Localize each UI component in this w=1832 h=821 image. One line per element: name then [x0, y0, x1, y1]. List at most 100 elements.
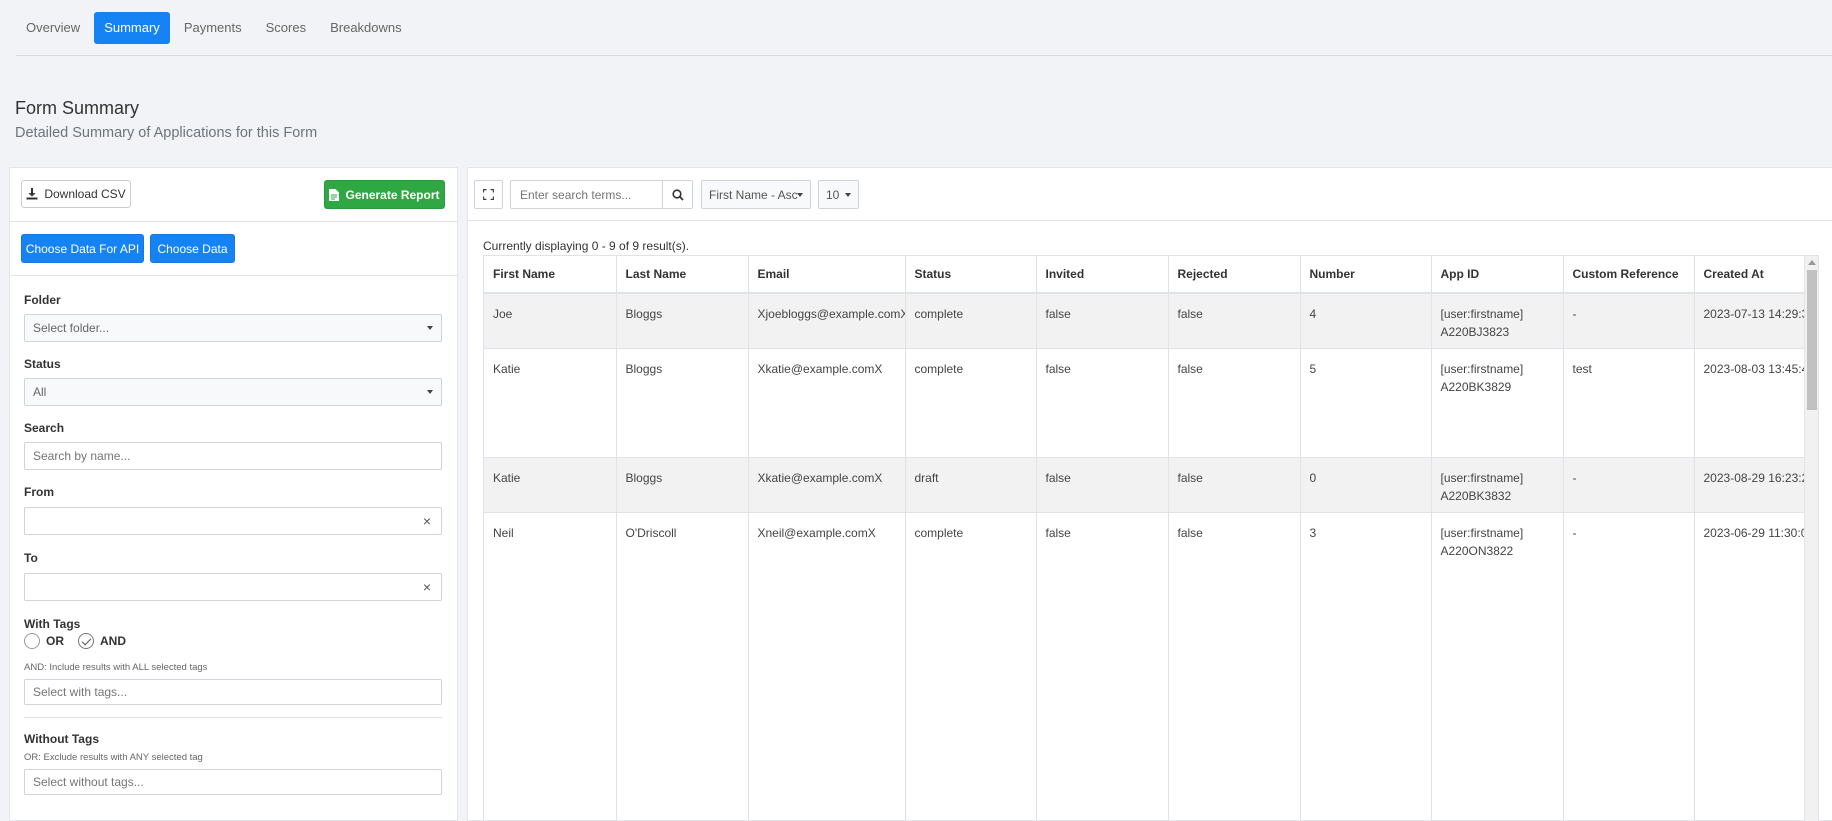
cell-last-name: Bloggs [616, 348, 749, 458]
app-id-line-1: [user:firstname] [1440, 307, 1524, 321]
cell-last-name: Bloggs [616, 457, 749, 513]
app-id-line-2: A220ON3822 [1440, 543, 1514, 558]
choose-data-button[interactable]: Choose Data [150, 234, 235, 263]
tab-scores[interactable]: Scores [256, 12, 316, 44]
results-table: First Name Last Name Email Status Invite… [483, 255, 1819, 821]
choose-data-api-button[interactable]: Choose Data For API [21, 234, 144, 263]
chevron-down-icon [427, 326, 433, 330]
fullscreen-button[interactable] [474, 180, 503, 209]
from-label: From [24, 485, 54, 499]
tab-payments[interactable]: Payments [174, 12, 252, 44]
display-count: Currently displaying 0 - 9 of 9 result(s… [483, 239, 690, 253]
cell-rejected: false [1168, 293, 1301, 349]
download-csv-button[interactable]: Download CSV [21, 180, 131, 208]
column-header[interactable]: Last Name [616, 256, 749, 294]
folder-label: Folder [24, 293, 61, 307]
and-radio-label: AND [100, 634, 126, 648]
search-label: Search [24, 421, 65, 435]
table-row[interactable]: Neil O'Driscoll Xneil@example.comX compl… [484, 512, 1805, 821]
table-scrollbar[interactable] [1804, 256, 1818, 821]
clear-icon[interactable]: × [423, 574, 431, 600]
chevron-down-icon [797, 193, 803, 197]
cell-status: complete [905, 348, 1037, 458]
table-row[interactable]: Katie Bloggs Xkatie@example.comX complet… [484, 348, 1805, 458]
table-row[interactable]: Joe Bloggs Xjoebloggs@example.comX compl… [484, 293, 1805, 349]
with-tags-label: With Tags [24, 617, 81, 631]
results-search-input[interactable] [510, 180, 663, 209]
app-id-line-2: A220BJ3823 [1440, 325, 1510, 339]
cell-custom-reference: - [1563, 457, 1695, 513]
column-header[interactable]: Custom Reference [1563, 256, 1695, 294]
cell-status: draft [905, 457, 1037, 513]
search-button[interactable] [662, 180, 693, 209]
tab-overview[interactable]: Overview [16, 12, 90, 44]
cell-first-name: Joe [484, 293, 617, 349]
file-icon [329, 188, 340, 201]
download-icon [26, 188, 38, 200]
search-icon [671, 188, 684, 201]
column-header[interactable]: First Name [484, 256, 617, 294]
sort-select-value: First Name - Asc [709, 187, 798, 202]
table-header-row: First Name Last Name Email Status Invite… [484, 256, 1805, 294]
scrollbar-thumb[interactable] [1807, 270, 1817, 410]
status-select[interactable]: All [24, 378, 442, 406]
or-radio-label: OR [46, 634, 64, 648]
download-csv-label: Download CSV [44, 187, 126, 201]
without-tags-input[interactable] [24, 769, 442, 795]
column-header[interactable]: Rejected [1168, 256, 1301, 294]
status-label: Status [24, 357, 61, 371]
generate-report-label: Generate Report [345, 187, 440, 202]
clear-icon[interactable]: × [423, 508, 431, 534]
filter-panel: Download CSV Generate Report Choose Data… [9, 167, 458, 821]
app-id-line-2: A220BK3829 [1440, 379, 1512, 394]
column-header[interactable]: App ID [1431, 256, 1564, 294]
cell-status: complete [905, 293, 1037, 349]
cell-rejected: false [1168, 348, 1301, 458]
app-id-line-2: A220BK3832 [1440, 488, 1512, 503]
cell-invited: false [1036, 457, 1169, 513]
or-radio[interactable] [24, 633, 40, 649]
cell-custom-reference: - [1563, 293, 1695, 349]
cell-custom-reference: - [1563, 512, 1695, 821]
column-header[interactable]: Number [1300, 256, 1432, 294]
app-id-line-1: [user:firstname] [1440, 525, 1524, 540]
cell-first-name: Katie [484, 457, 617, 513]
and-radio[interactable] [78, 633, 94, 649]
app-id-line-1: [user:firstname] [1440, 470, 1524, 485]
table-row[interactable]: Katie Bloggs Xkatie@example.comX draft f… [484, 457, 1805, 513]
sort-select[interactable]: First Name - Asc [701, 180, 811, 209]
tab-bar: Overview Summary Payments Scores Breakdo… [16, 12, 1832, 56]
folder-select-placeholder: Select folder... [33, 321, 110, 335]
app-id-line-1: [user:firstname] [1440, 361, 1524, 376]
expand-icon [483, 189, 494, 200]
page-size-select[interactable]: 10 [818, 180, 859, 209]
cell-rejected: false [1168, 512, 1301, 821]
cell-invited: false [1036, 348, 1169, 458]
cell-number: 0 [1300, 457, 1432, 513]
search-input[interactable] [24, 442, 442, 470]
results-toolbar: First Name - Asc 10 [468, 168, 1832, 221]
to-date-field[interactable]: × [24, 573, 442, 601]
tab-summary[interactable]: Summary [94, 12, 170, 44]
cell-email: Xneil@example.comX [748, 512, 906, 821]
cell-email: Xkatie@example.comX [748, 457, 906, 513]
results-panel: First Name - Asc 10 Currently displaying… [467, 167, 1832, 821]
cell-created-at: 2023-06-29 11:30:02 [1694, 512, 1805, 821]
column-header[interactable]: Created At [1694, 256, 1805, 294]
cell-last-name: Bloggs [616, 293, 749, 349]
generate-report-button[interactable]: Generate Report [324, 180, 445, 209]
cell-first-name: Neil [484, 512, 617, 821]
with-tags-input[interactable] [24, 679, 442, 705]
column-header[interactable]: Status [905, 256, 1037, 294]
cell-last-name: O'Driscoll [616, 512, 749, 821]
from-date-field[interactable]: × [24, 507, 442, 535]
scroll-up-icon[interactable] [1808, 260, 1816, 265]
cell-number: 5 [1300, 348, 1432, 458]
page-subtitle: Detailed Summary of Applications for thi… [15, 125, 318, 141]
without-tags-label: Without Tags [24, 732, 99, 746]
folder-select[interactable]: Select folder... [24, 314, 442, 342]
cell-number: 3 [1300, 512, 1432, 821]
tab-breakdowns[interactable]: Breakdowns [320, 12, 412, 44]
column-header[interactable]: Email [748, 256, 906, 294]
column-header[interactable]: Invited [1036, 256, 1169, 294]
